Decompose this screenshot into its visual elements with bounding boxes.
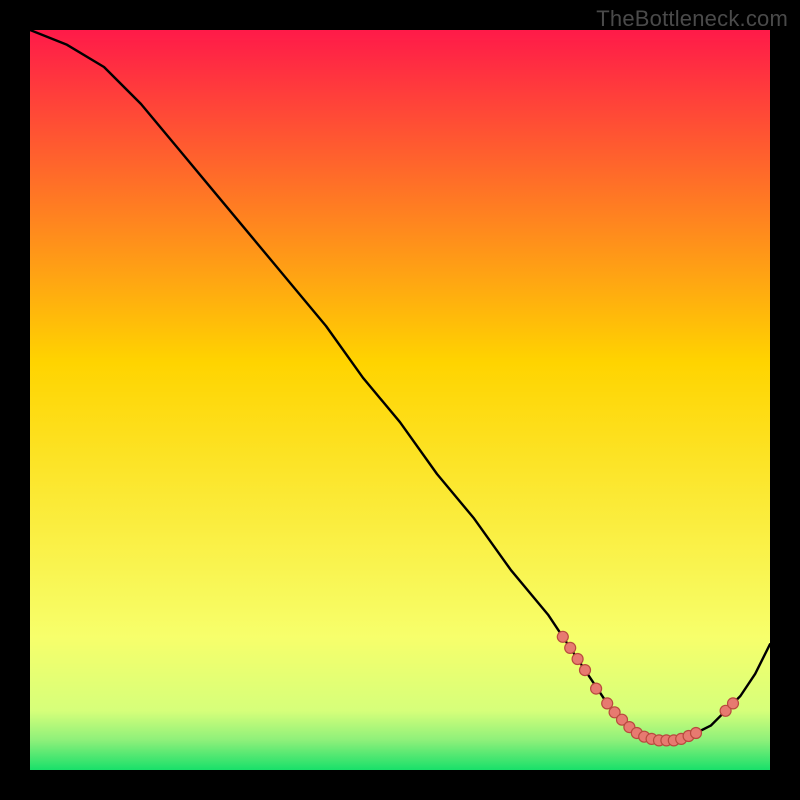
data-marker [728, 698, 739, 709]
chart-frame: TheBottleneck.com [0, 0, 800, 800]
watermark-text: TheBottleneck.com [596, 6, 788, 32]
data-marker [557, 631, 568, 642]
data-marker [591, 683, 602, 694]
plot-area [30, 30, 770, 770]
gradient-bg [30, 30, 770, 770]
data-marker [691, 728, 702, 739]
data-marker [602, 698, 613, 709]
data-marker [580, 665, 591, 676]
data-marker [565, 642, 576, 653]
data-marker [572, 654, 583, 665]
chart-svg [30, 30, 770, 770]
